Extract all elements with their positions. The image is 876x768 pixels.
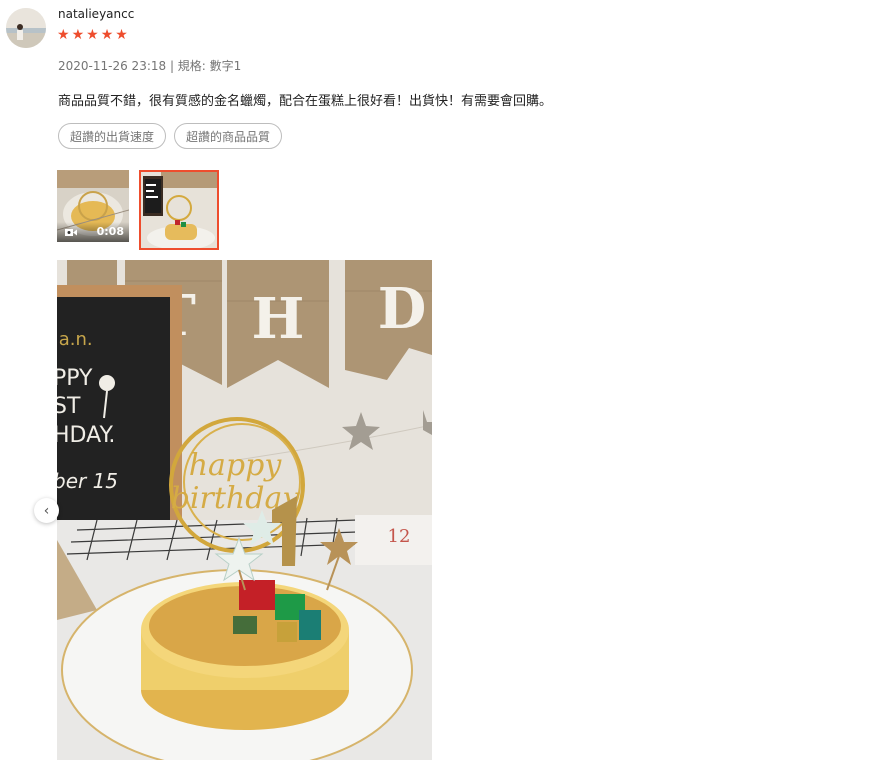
reviewer-username[interactable]: natalieyancc <box>58 7 134 21</box>
tag-product-quality: 超讚的商品品質 <box>174 123 283 149</box>
rating-stars: ★ ★ ★ ★ ★ <box>57 27 128 43</box>
topper-happy: happy <box>189 448 283 483</box>
media-thumbnails: 0:08 <box>57 170 219 250</box>
review-photo[interactable]: T H D .a.n. PPY ST HDAY. ber 15 <box>57 260 432 760</box>
board-line-4: HDAY. <box>57 423 115 448</box>
prev-media-button[interactable]: ‹ <box>34 498 59 523</box>
banner-letter-h: H <box>252 286 305 352</box>
board-line-5: ber 15 <box>57 469 118 493</box>
video-camera-icon <box>65 229 77 236</box>
star-icon: ★ <box>100 27 114 43</box>
chevron-left-icon: ‹ <box>43 502 50 519</box>
star-icon: ★ <box>71 27 85 43</box>
review-meta: 2020-11-26 23:18 | 規格: 數字1 <box>58 59 242 73</box>
star-icon: ★ <box>57 27 70 43</box>
banner-letter-d: D <box>378 276 427 342</box>
star-icon: ★ <box>115 27 128 43</box>
review-tags: 超讚的出貨速度 超讚的商品品質 <box>58 123 283 149</box>
review-comment: 商品品質不錯，很有質感的金名蠟燭，配合在蛋糕上很好看！出貨快！有需要會回購。 <box>58 94 553 109</box>
calendar-number: 12 <box>388 526 411 547</box>
board-line-3: ST <box>57 394 81 419</box>
board-line-1: .a.n. <box>57 329 93 350</box>
video-duration: 0:08 <box>96 225 124 238</box>
video-thumbnail[interactable]: 0:08 <box>57 170 129 242</box>
reviewer-avatar[interactable] <box>6 8 46 48</box>
star-icon: ★ <box>86 27 99 43</box>
photo-thumbnail-selected[interactable] <box>139 170 219 250</box>
board-line-2: PPY <box>57 366 93 391</box>
tag-shipping-speed: 超讚的出貨速度 <box>58 123 167 149</box>
